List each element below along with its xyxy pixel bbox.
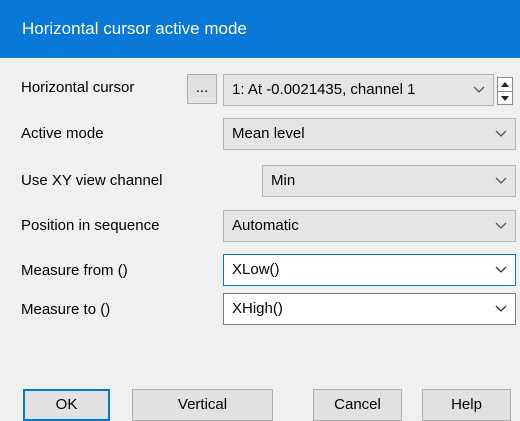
position-value: Automatic	[232, 217, 299, 234]
ok-button[interactable]: OK	[23, 389, 110, 421]
chevron-down-icon	[471, 75, 487, 105]
cursor-spinner[interactable]	[497, 77, 513, 105]
xy-channel-value: Min	[271, 172, 296, 189]
active-mode-label: Active mode	[21, 125, 104, 142]
horizontal-cursor-select[interactable]: 1: At -0.0021435, channel 1	[223, 74, 494, 106]
help-button[interactable]: Help	[422, 389, 511, 421]
measure-to-combo[interactable]: XHigh()	[223, 293, 516, 325]
chevron-down-icon	[493, 166, 509, 196]
browse-cursor-button[interactable]: ...	[187, 74, 217, 104]
dialog-window: Horizontal cursor active mode Horizontal…	[0, 0, 520, 421]
vertical-button[interactable]: Vertical	[132, 389, 273, 421]
chevron-down-icon	[493, 211, 509, 241]
active-mode-value: Mean level	[232, 125, 305, 142]
active-mode-select[interactable]: Mean level	[223, 118, 516, 150]
arrow-up-icon[interactable]	[498, 78, 512, 91]
xy-channel-label: Use XY view channel	[21, 172, 163, 189]
xy-channel-select[interactable]: Min	[262, 165, 516, 197]
measure-to-label: Measure to ()	[21, 301, 111, 318]
chevron-down-icon[interactable]	[493, 294, 509, 324]
window-title: Horizontal cursor active mode	[22, 19, 247, 38]
position-select[interactable]: Automatic	[223, 210, 516, 242]
measure-from-combo[interactable]: XLow()	[223, 254, 516, 286]
measure-from-value[interactable]: XLow()	[232, 261, 280, 278]
position-label: Position in sequence	[21, 217, 160, 234]
chevron-down-icon	[493, 119, 509, 149]
title-bar: Horizontal cursor active mode	[0, 0, 520, 58]
horizontal-cursor-label: Horizontal cursor	[21, 79, 135, 96]
measure-from-label: Measure from ()	[21, 262, 128, 279]
chevron-down-icon[interactable]	[493, 255, 509, 285]
arrow-down-icon[interactable]	[498, 91, 512, 105]
horizontal-cursor-value: 1: At -0.0021435, channel 1	[232, 81, 416, 98]
cancel-button[interactable]: Cancel	[313, 389, 402, 421]
measure-to-value[interactable]: XHigh()	[232, 300, 283, 317]
